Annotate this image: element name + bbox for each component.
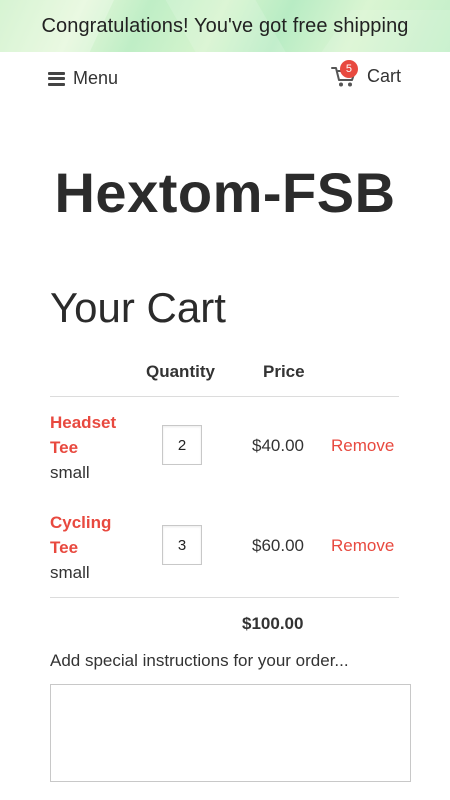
menu-button[interactable]: Menu	[48, 68, 118, 89]
store-logo[interactable]: Hextom-FSB	[0, 160, 450, 225]
hamburger-icon	[48, 71, 65, 86]
product-name-link[interactable]: Cycling Tee	[50, 510, 140, 560]
product-variant: small	[50, 463, 90, 482]
cart-count-badge: 5	[339, 60, 358, 78]
site-header: Menu 5 Cart	[0, 52, 450, 106]
product-name-line: Tee	[50, 438, 79, 457]
menu-label: Menu	[73, 68, 119, 88]
cart-item: Cycling Tee small $60.00 Remove	[50, 510, 410, 600]
quantity-input[interactable]	[162, 525, 202, 565]
cart-subtotal: $100.00	[242, 614, 304, 633]
item-price: $60.00	[252, 536, 304, 555]
cart-label: Cart	[366, 65, 401, 86]
quantity-input[interactable]	[162, 425, 202, 465]
remove-link[interactable]: Remove	[331, 436, 394, 456]
price-column-header: Price	[263, 362, 305, 381]
product-name-line: Tee	[50, 538, 79, 557]
banner-text: Congratulations! You've got free shippin…	[41, 14, 409, 37]
remove-link[interactable]: Remove	[331, 536, 394, 556]
order-notes-textarea[interactable]	[50, 684, 411, 782]
free-shipping-banner: Congratulations! You've got free shippin…	[0, 0, 450, 52]
cart-item: Headset Tee small $40.00 Remove	[50, 410, 410, 500]
product-variant: small	[50, 563, 90, 582]
product-name-line: Cycling	[50, 513, 112, 532]
product-name-line: Headset	[50, 413, 117, 432]
product-name-link[interactable]: Headset Tee	[50, 410, 140, 460]
quantity-column-header: Quantity	[146, 362, 215, 381]
page-title: Your Cart	[50, 284, 226, 331]
divider	[50, 396, 399, 397]
shopping-cart-icon: 5	[330, 60, 358, 88]
cart-button[interactable]: 5 Cart	[330, 60, 401, 88]
instructions-label: Add special instructions for your order.…	[50, 651, 349, 670]
divider	[50, 597, 399, 598]
item-price: $40.00	[252, 436, 304, 455]
